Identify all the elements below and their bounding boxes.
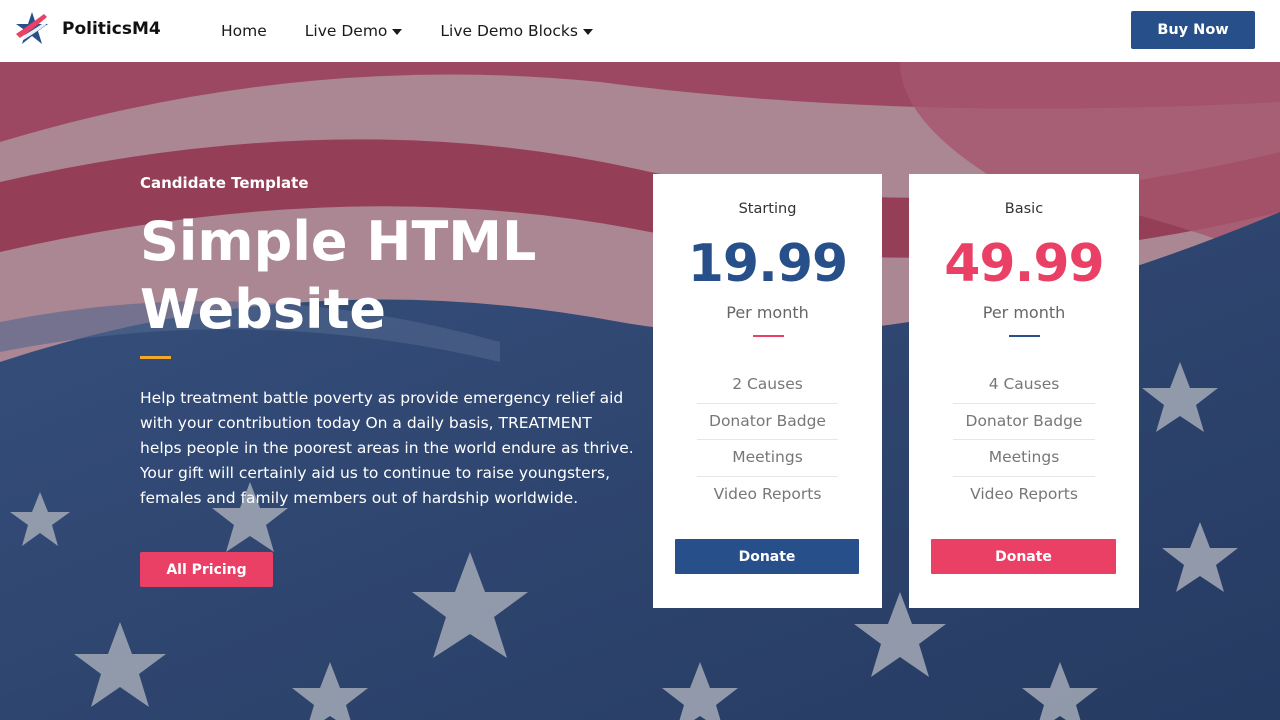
donate-button[interactable]: Donate xyxy=(675,539,859,574)
feature-item: 4 Causes xyxy=(953,367,1095,404)
plan-name: Basic xyxy=(1004,201,1044,217)
plan-price: 49.99 xyxy=(944,234,1104,294)
feature-item: Meetings xyxy=(953,440,1095,477)
nav-item-home[interactable]: Home xyxy=(221,22,267,40)
hero-eyebrow: Candidate Template xyxy=(140,174,309,192)
nav-item-label: Live Demo xyxy=(304,22,388,40)
feature-item: 2 Causes xyxy=(697,367,838,404)
caret-down-icon xyxy=(582,29,593,35)
feature-list: 4 Causes Donator Badge Meetings Video Re… xyxy=(953,367,1095,513)
plan-name: Starting xyxy=(738,201,797,217)
feature-list: 2 Causes Donator Badge Meetings Video Re… xyxy=(697,367,838,513)
navbar: PoliticsM4 Home Live Demo Live Demo Bloc… xyxy=(0,0,1280,62)
nav-item-live-demo[interactable]: Live Demo xyxy=(305,22,403,40)
brand-name: PoliticsM4 xyxy=(62,19,161,39)
hero-headline: Simple HTML Website xyxy=(140,210,537,341)
pricing-card-starting: Starting 19.99 Per month 2 Causes Donato… xyxy=(653,174,882,608)
plan-price: 19.99 xyxy=(687,234,848,294)
main-nav: Home Live Demo Live Demo Blocks xyxy=(221,0,631,62)
nav-item-live-demo-blocks[interactable]: Live Demo Blocks xyxy=(440,22,593,40)
all-pricing-button[interactable]: All Pricing xyxy=(140,552,273,587)
pricing-card-basic: Basic 49.99 Per month 4 Causes Donator B… xyxy=(909,174,1139,608)
nav-item-label: Live Demo Blocks xyxy=(440,22,578,40)
plan-divider xyxy=(752,335,784,337)
feature-item: Meetings xyxy=(697,440,838,477)
hero-description: Help treatment battle poverty as provide… xyxy=(140,389,634,507)
brand[interactable]: PoliticsM4 xyxy=(14,8,161,50)
plan-divider xyxy=(1009,335,1040,337)
headline-divider xyxy=(140,356,171,359)
donate-button[interactable]: Donate xyxy=(931,539,1116,574)
plan-period: Per month xyxy=(726,303,809,322)
caret-down-icon xyxy=(392,29,403,35)
buy-now-button[interactable]: Buy Now xyxy=(1131,11,1255,49)
feature-item: Video Reports xyxy=(713,484,822,503)
plan-period: Per month xyxy=(982,303,1066,322)
feature-item: Donator Badge xyxy=(697,404,838,440)
feature-item: Donator Badge xyxy=(953,404,1095,440)
nav-item-label: Home xyxy=(221,22,267,40)
hero-section: Candidate Template Simple HTML Website H… xyxy=(0,62,1280,720)
feature-item: Video Reports xyxy=(970,484,1078,503)
star-flag-logo-icon xyxy=(16,12,48,44)
